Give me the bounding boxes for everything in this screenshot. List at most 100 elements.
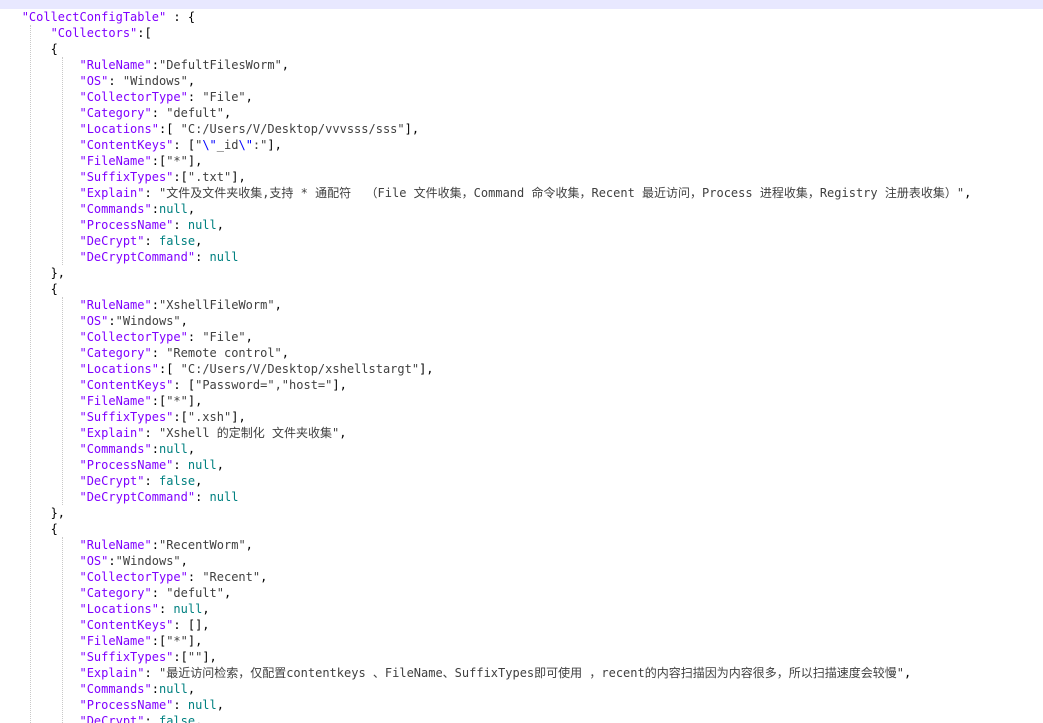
code-line[interactable]: }, [0, 265, 1043, 281]
code-line[interactable]: "ContentKeys": ["Password=","host="], [0, 377, 1043, 393]
code-line[interactable]: "Category": "defult", [0, 585, 1043, 601]
code-token: "RuleName" [79, 58, 152, 72]
code-token: null [158, 442, 188, 456]
code-token: "File" [202, 330, 246, 344]
code-token: "FileName" [79, 154, 152, 168]
code-token: }, [0, 266, 66, 280]
code-line[interactable]: "Locations":[ "C:/Users/V/Desktop/xshell… [0, 361, 1043, 377]
code-token: :[ [173, 170, 188, 184]
code-token: : [187, 90, 203, 104]
code-line[interactable]: "Commands":null, [0, 441, 1043, 457]
code-token: , [180, 554, 188, 568]
code-line[interactable]: "CollectorType": "File", [0, 89, 1043, 105]
code-line[interactable]: "Locations":[ "C:/Users/V/Desktop/vvvsss… [0, 121, 1043, 137]
code-line[interactable]: "SuffixTypes":[""], [0, 649, 1043, 665]
code-token: "OS" [79, 314, 109, 328]
code-line[interactable]: "RuleName":"RecentWorm", [0, 537, 1043, 553]
code-token: false [158, 714, 196, 723]
code-line[interactable]: "ContentKeys": ["\"_id\":"], [0, 137, 1043, 153]
code-line[interactable]: "DeCrypt": false, [0, 233, 1043, 249]
code-line[interactable]: "DeCryptCommand": null [0, 249, 1043, 265]
code-line[interactable]: "RuleName":"XshellFileWorm", [0, 297, 1043, 313]
code-token: :" [252, 138, 268, 152]
code-token: "SuffixTypes" [79, 410, 174, 424]
code-token: "FileName" [79, 634, 152, 648]
code-line[interactable]: "DeCrypt": false, [0, 473, 1043, 489]
code-line[interactable]: "Explain": "Xshell 的定制化 文件夹收集", [0, 425, 1043, 441]
code-line[interactable]: "DeCryptCommand": null [0, 489, 1043, 505]
code-line[interactable]: "CollectConfigTable" : { [0, 9, 1043, 25]
code-line[interactable]: "DeCrypt": false, [0, 713, 1043, 723]
code-token: "RuleName" [79, 298, 152, 312]
code-token: ".txt" [187, 170, 232, 184]
code-token: "C:/Users/V/Desktop/xshellstargt" [180, 362, 420, 376]
code-token: "Category" [79, 106, 152, 120]
code-line[interactable]: "Collectors":[ [0, 25, 1043, 41]
code-line[interactable]: "Explain": "最近访问检索，仅配置contentkeys 、FileN… [0, 665, 1043, 681]
code-line[interactable]: "SuffixTypes":[".xsh"], [0, 409, 1043, 425]
code-token: null [209, 250, 239, 264]
code-token: : [144, 714, 159, 723]
code-token: : [195, 250, 210, 264]
code-token: "DeCrypt" [79, 234, 145, 248]
code-token: "Recent" [202, 570, 261, 584]
code-token: : [144, 666, 159, 680]
code-line[interactable]: "Category": "Remote control", [0, 345, 1043, 361]
code-line[interactable]: "Locations": null, [0, 601, 1043, 617]
code-token: , [187, 74, 196, 88]
code-token: "*" [166, 394, 188, 408]
code-token: "Locations" [79, 122, 159, 136]
code-line[interactable]: "FileName":["*"], [0, 393, 1043, 409]
code-line[interactable]: "Explain": "文件及文件夹收集,支持 * 通配符 （File 文件收集… [0, 185, 1043, 201]
code-token: : [151, 538, 159, 552]
code-token: , [202, 602, 210, 616]
code-token: , [339, 426, 347, 440]
code-line[interactable]: "ProcessName": null, [0, 697, 1043, 713]
code-token: : [], [173, 618, 210, 632]
code-line[interactable]: "OS":"Windows", [0, 553, 1043, 569]
code-line[interactable]: { [0, 281, 1043, 297]
code-line[interactable]: "CollectorType": "File", [0, 329, 1043, 345]
code-token: : [144, 426, 159, 440]
code-token: , [195, 474, 203, 488]
code-line[interactable]: "RuleName":"DefultFilesWorm", [0, 57, 1043, 73]
code-line[interactable]: "ContentKeys": [], [0, 617, 1043, 633]
code-line[interactable]: "FileName":["*"], [0, 633, 1043, 649]
code-token: "*" [166, 634, 188, 648]
code-token: : [151, 202, 159, 216]
code-line[interactable]: { [0, 41, 1043, 57]
code-line[interactable]: "CollectorType": "Recent", [0, 569, 1043, 585]
code-token: , [187, 442, 196, 456]
code-line[interactable]: "OS": "Windows", [0, 73, 1043, 89]
code-text[interactable]: "CollectConfigTable" : { "Collectors":[ … [0, 9, 1043, 723]
code-token: , [903, 666, 912, 680]
code-token: , [180, 314, 188, 328]
code-line[interactable]: "Commands":null, [0, 681, 1043, 697]
code-token: : [144, 474, 159, 488]
code-line[interactable]: "Category": "defult", [0, 105, 1043, 121]
code-line[interactable]: { [0, 521, 1043, 537]
code-line[interactable]: "Commands":null, [0, 201, 1043, 217]
code-token: : [108, 314, 116, 328]
code-token: "Explain" [79, 666, 145, 680]
code-token: \" [238, 138, 253, 152]
code-token: : [108, 554, 116, 568]
code-line[interactable]: "FileName":["*"], [0, 153, 1043, 169]
code-token: :[ [158, 122, 181, 136]
code-editor[interactable]: "CollectConfigTable" : { "Collectors":[ … [0, 0, 1043, 723]
code-token: "Category" [79, 586, 152, 600]
code-line[interactable]: "SuffixTypes":[".txt"], [0, 169, 1043, 185]
code-line[interactable]: "ProcessName": null, [0, 457, 1043, 473]
code-line[interactable]: }, [0, 505, 1043, 521]
code-token: "ContentKeys" [79, 378, 174, 392]
code-line[interactable]: "ProcessName": null, [0, 217, 1043, 233]
code-line[interactable]: "OS":"Windows", [0, 313, 1043, 329]
